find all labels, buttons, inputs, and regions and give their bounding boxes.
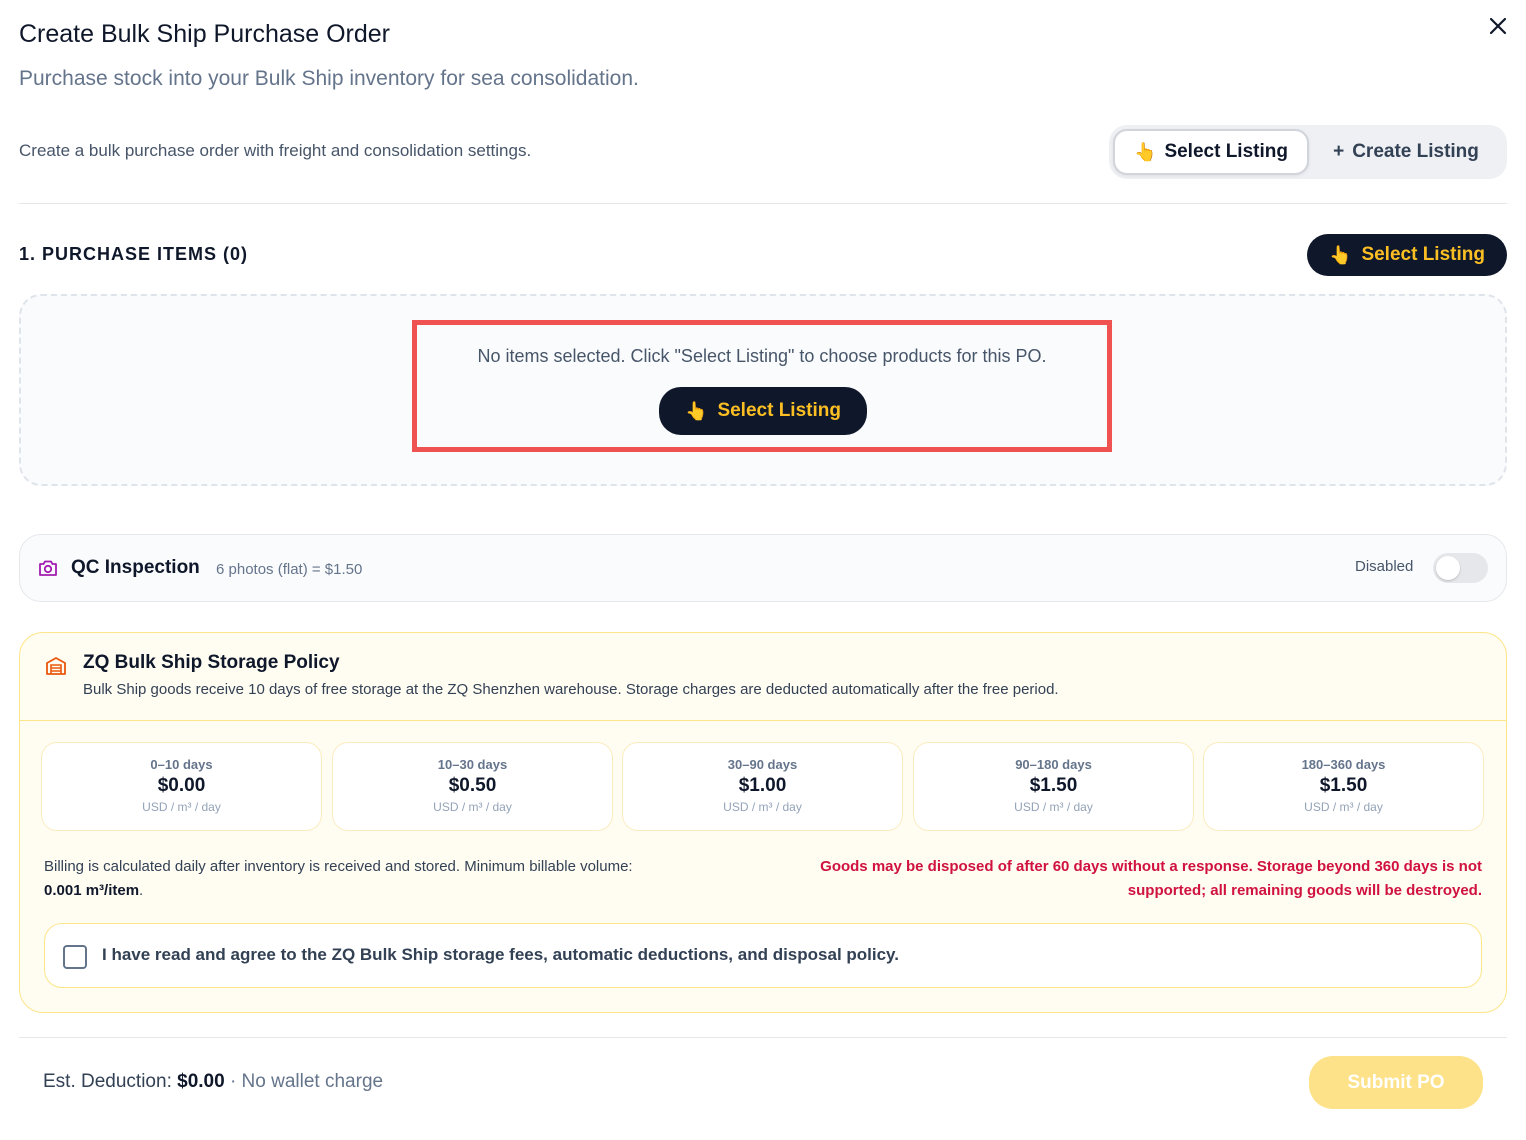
tier-price: $1.50 [1029, 775, 1078, 796]
billing-end: . [139, 882, 144, 899]
tier-card: 180–360 days $1.50 USD / m³ / day [1203, 742, 1484, 831]
toggle-knob [1436, 556, 1460, 580]
tier-price: $1.50 [1319, 775, 1368, 796]
tier-unit: USD / m³ / day [433, 800, 512, 814]
tier-card: 10–30 days $0.50 USD / m³ / day [332, 742, 613, 831]
tier-unit: USD / m³ / day [723, 800, 802, 814]
select-listing-button[interactable]: 👆 Select Listing [1307, 234, 1507, 276]
tier-range: 180–360 days [1301, 757, 1386, 772]
create-listing-tab-label: Create Listing [1352, 141, 1479, 162]
empty-select-listing-label: Select Listing [717, 400, 841, 421]
tier-unit: USD / m³ / day [1014, 800, 1093, 814]
storage-policy-description: Bulk Ship goods receive 10 days of free … [83, 681, 1059, 698]
tier-card: 90–180 days $1.50 USD / m³ / day [913, 742, 1194, 831]
qc-toggle[interactable] [1433, 553, 1488, 583]
tier-price: $0.00 [157, 775, 206, 796]
billing-text: Billing is calculated daily after invent… [44, 858, 633, 875]
purchase-items-title: 1. PURCHASE ITEMS (0) [19, 244, 249, 264]
empty-select-listing-button[interactable]: 👆 Select Listing [659, 387, 867, 435]
tier-price: $0.50 [448, 775, 497, 796]
select-listing-tab[interactable]: 👆 Select Listing [1113, 129, 1309, 175]
submit-po-button[interactable]: Submit PO [1309, 1056, 1483, 1109]
footer-divider [19, 1037, 1507, 1038]
estimated-deduction: Est. Deduction: $0.00 · No wallet charge [43, 1071, 383, 1093]
est-note: · No wallet charge [229, 1071, 384, 1092]
mode-toggle: 👆 Select Listing + Create Listing [1109, 125, 1507, 179]
policy-header-divider [20, 720, 1506, 721]
billing-minimum: 0.001 m³/item [44, 882, 140, 899]
disposal-warning: Goods may be disposed of after 60 days w… [820, 858, 1482, 899]
modal-subtitle: Purchase stock into your Bulk Ship inven… [19, 67, 639, 90]
select-listing-tab-label: Select Listing [1164, 141, 1288, 162]
pointing-hand-icon: 👆 [685, 400, 708, 421]
create-listing-tab[interactable]: + Create Listing [1309, 129, 1503, 175]
pointing-hand-icon: 👆 [1134, 141, 1157, 162]
tier-unit: USD / m³ / day [142, 800, 221, 814]
storage-policy-title: ZQ Bulk Ship Storage Policy [83, 652, 340, 673]
close-button[interactable] [1486, 14, 1510, 38]
qc-state-label: Disabled [1355, 558, 1414, 575]
billing-note: Billing is calculated daily after invent… [44, 855, 744, 903]
tier-range: 10–30 days [437, 757, 508, 772]
est-label: Est. Deduction: [43, 1071, 172, 1092]
empty-items-message: No items selected. Click "Select Listing… [477, 346, 1047, 366]
tier-card: 30–90 days $1.00 USD / m³ / day [622, 742, 903, 831]
modal-title: Create Bulk Ship Purchase Order [19, 20, 391, 48]
agreement-label[interactable]: I have read and agree to the ZQ Bulk Shi… [102, 945, 899, 965]
warehouse-icon [46, 657, 66, 675]
divider [19, 203, 1507, 204]
tier-card: 0–10 days $0.00 USD / m³ / day [41, 742, 322, 831]
plus-icon: + [1333, 141, 1345, 162]
tier-range: 30–90 days [727, 757, 798, 772]
pointing-hand-icon: 👆 [1329, 244, 1352, 265]
tier-unit: USD / m³ / day [1304, 800, 1383, 814]
tier-price: $1.00 [738, 775, 787, 796]
intro-text: Create a bulk purchase order with freigh… [19, 141, 532, 160]
select-listing-button-label: Select Listing [1361, 244, 1485, 265]
qc-inspection-title: QC Inspection [71, 557, 200, 578]
agreement-checkbox[interactable] [63, 945, 87, 969]
tier-range: 0–10 days [150, 757, 213, 772]
tier-range: 90–180 days [1015, 757, 1092, 772]
camera-icon [39, 560, 57, 576]
est-value: $0.00 [177, 1071, 225, 1092]
close-icon[interactable] [1489, 17, 1507, 35]
qc-inspection-price: 6 photos (flat) = $1.50 [216, 561, 363, 578]
